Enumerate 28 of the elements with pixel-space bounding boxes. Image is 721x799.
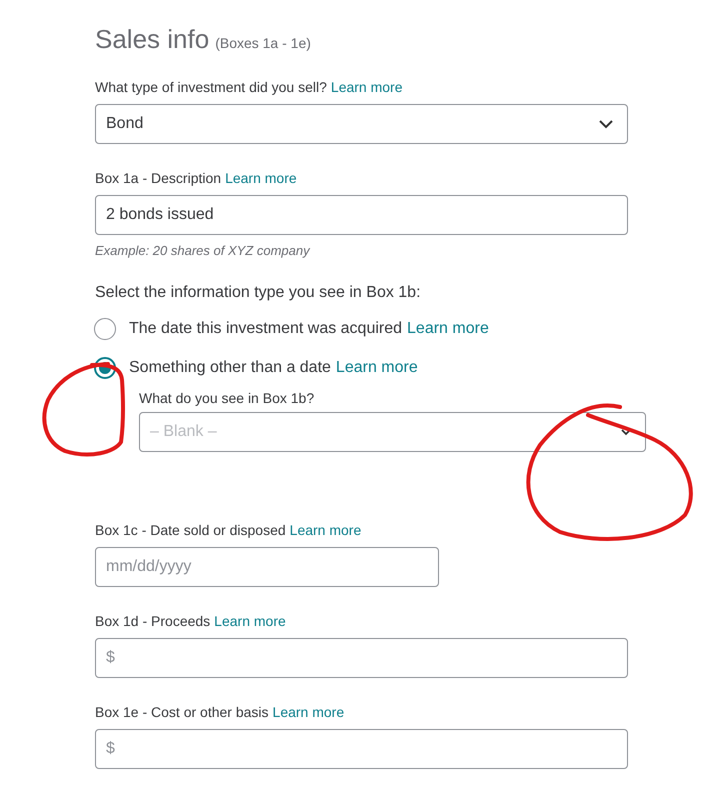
field-label: What type of investment did you sell? [95, 79, 327, 95]
learn-more-link[interactable]: Learn more [407, 320, 489, 338]
learn-more-link[interactable]: Learn more [290, 522, 362, 538]
radio-button[interactable] [94, 318, 116, 340]
dropdown[interactable]: Bond [95, 104, 628, 144]
chevron-down-icon [621, 428, 631, 436]
learn-more-link[interactable]: Learn more [214, 613, 286, 629]
learn-more-link[interactable]: Learn more [336, 359, 418, 377]
chevron-down-icon [599, 120, 613, 128]
field-label: Select the information type you see in Box 1b: [95, 284, 421, 302]
date-field[interactable]: mm/dd/yyyy [95, 547, 439, 587]
section-title: Sales info [95, 24, 210, 55]
field-label: What do you see in Box 1b? [139, 390, 316, 406]
example-hint: Example: 20 shares of XYZ company [95, 243, 312, 258]
option-label[interactable]: The date this investment was acquired [129, 320, 402, 338]
field-label: Box 1d - Proceeds [95, 613, 210, 629]
amount-field[interactable]: $ [95, 729, 628, 769]
section-subtitle: (Boxes 1a - 1e) [215, 35, 311, 51]
learn-more-link[interactable]: Learn more [225, 170, 297, 186]
option-label[interactable]: Something other than a date [129, 359, 331, 377]
learn-more-link[interactable]: Learn more [272, 704, 344, 720]
field-label: Box 1e - Cost or other basis [95, 704, 269, 720]
field-label: Box 1c - Date sold or disposed [95, 522, 286, 538]
radio-button[interactable] [94, 357, 116, 379]
amount-field[interactable]: $ [95, 638, 628, 678]
field-label: Box 1a - Description [95, 170, 222, 186]
input-field[interactable]: 2 bonds issued [95, 195, 628, 235]
learn-more-link[interactable]: Learn more [330, 79, 402, 95]
